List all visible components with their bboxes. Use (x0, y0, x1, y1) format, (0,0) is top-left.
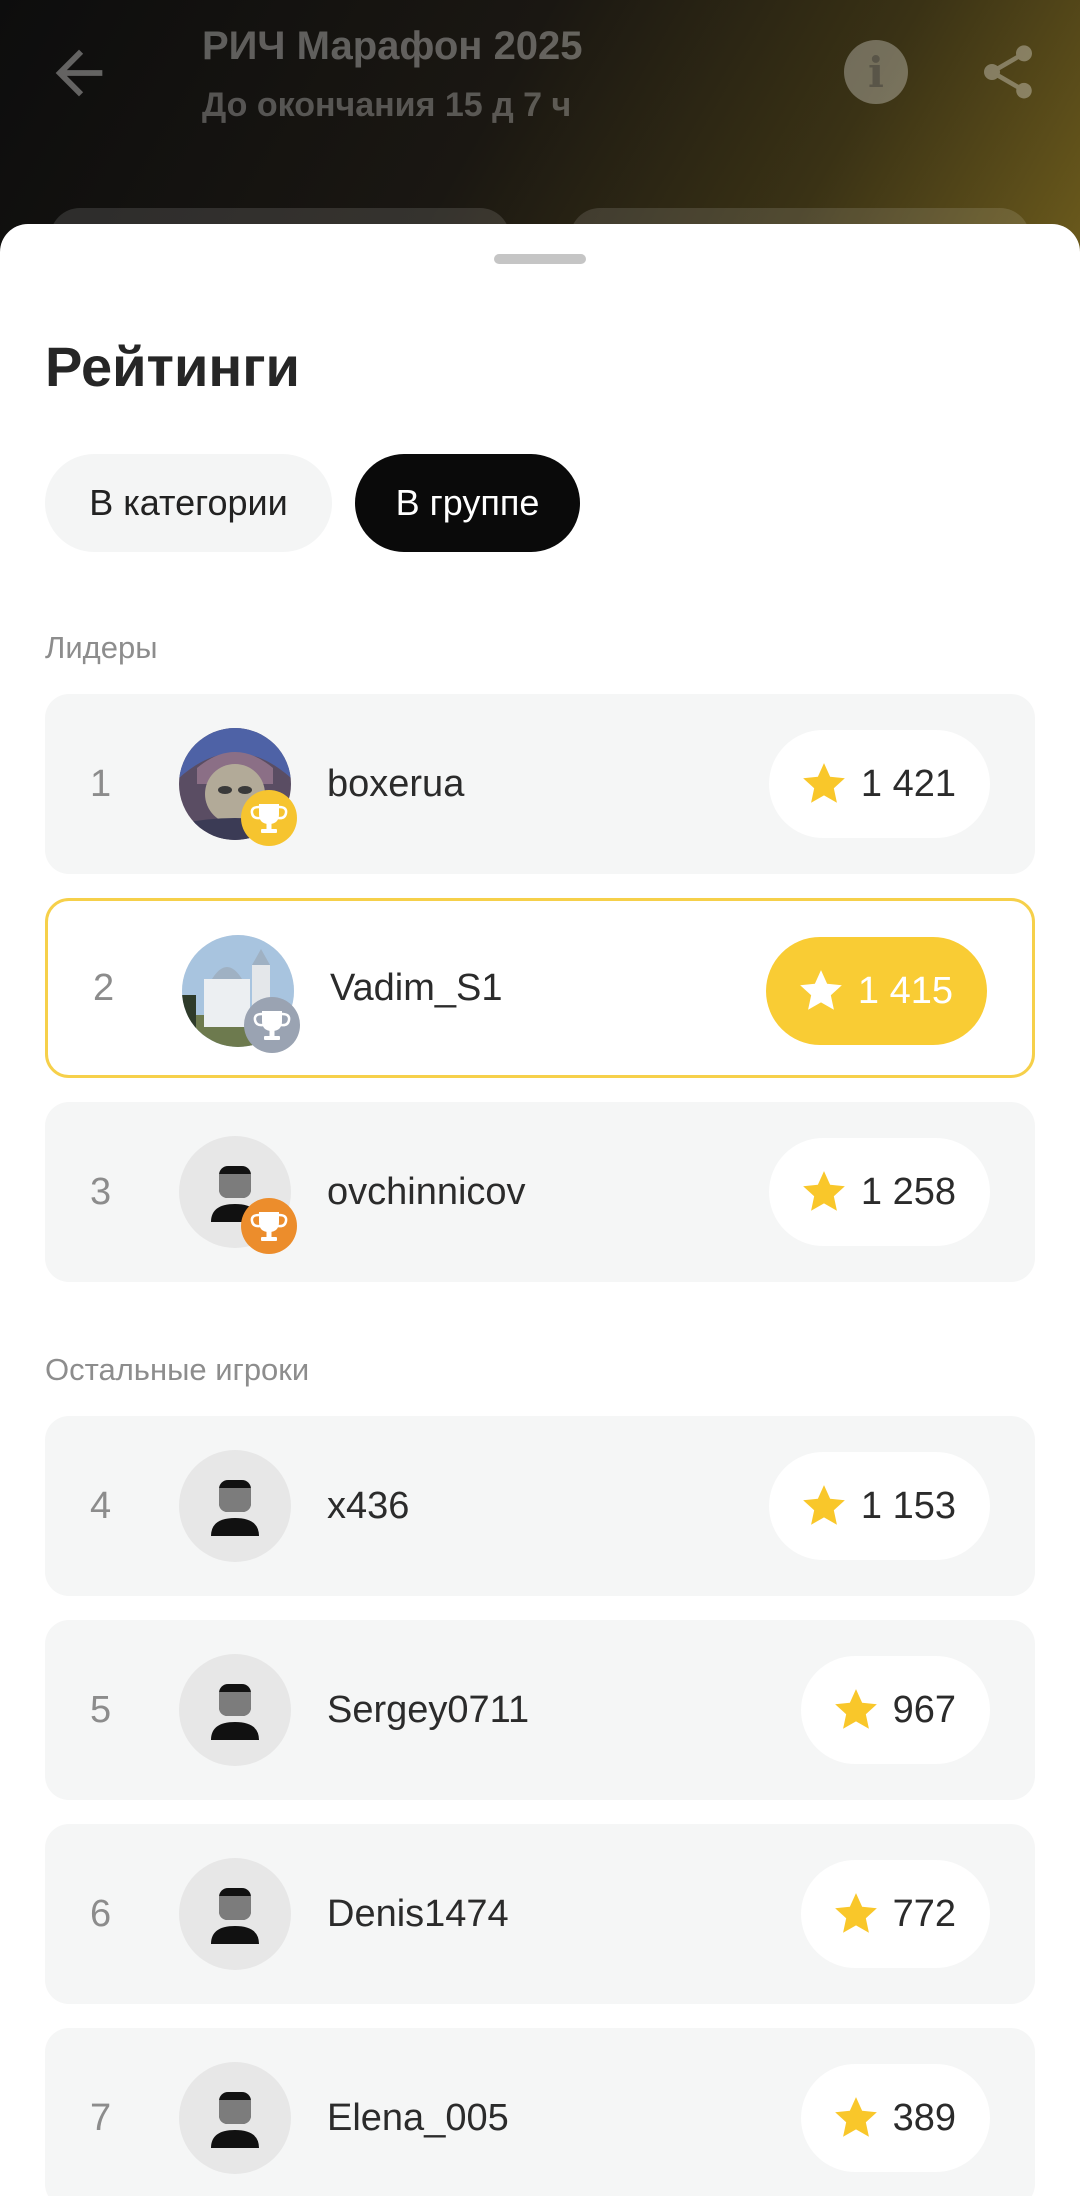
score-pill: 967 (800, 1656, 990, 1764)
info-icon[interactable]: i (844, 40, 908, 104)
section-label-others: Остальные игроки (45, 1352, 310, 1387)
section-label-leaders: Лидеры (45, 630, 158, 665)
leaderboard-row[interactable]: 4 x436 1 153 (45, 1416, 1035, 1596)
score-pill: 1 258 (768, 1138, 990, 1246)
default-avatar-icon (179, 1654, 291, 1766)
rank-number: 4 (90, 1484, 112, 1527)
score-value: 772 (892, 1892, 956, 1935)
leaderboard-row[interactable]: 1 boxerua 1 421 (45, 694, 1035, 874)
share-icon[interactable] (976, 40, 1040, 104)
score-value: 1 153 (860, 1484, 956, 1527)
event-header: РИЧ Марафон 2025 До окончания 15 д 7 ч i (0, 0, 1080, 268)
player-name: ovchinnicov (327, 1170, 526, 1213)
player-name: Sergey0711 (327, 1688, 530, 1731)
player-name: Elena_005 (327, 2096, 509, 2139)
score-pill: 389 (800, 2064, 990, 2172)
player-name: Denis1474 (327, 1892, 509, 1935)
score-value: 389 (892, 2096, 956, 2139)
star-icon (803, 1171, 845, 1211)
trophy-icon (241, 1198, 297, 1254)
rank-number: 7 (90, 2096, 112, 2139)
arrow-back-icon[interactable] (44, 38, 114, 108)
leaderboard-row[interactable]: 3 ovchinnicov 1 258 (45, 1102, 1035, 1282)
rank-number: 2 (93, 966, 115, 1009)
trophy-icon (241, 790, 297, 846)
trophy-icon (244, 997, 300, 1053)
score-value: 1 415 (857, 969, 953, 1012)
score-pill: 1 415 (765, 937, 987, 1045)
default-avatar-icon (179, 1450, 291, 1562)
rank-number: 3 (90, 1170, 112, 1213)
star-icon (803, 1485, 845, 1525)
default-avatar-icon (179, 1858, 291, 1970)
score-pill: 1 421 (768, 730, 990, 838)
player-name: Vadim_S1 (330, 966, 503, 1009)
score-value: 1 421 (860, 762, 956, 805)
leaderboard-row-current-user[interactable]: 2 Vadim_S1 1 415 (45, 898, 1035, 1078)
ratings-sheet: Рейтинги В категории В группе Лидеры 1 b… (0, 224, 1080, 2196)
score-value: 1 258 (860, 1170, 956, 1213)
sheet-title: Рейтинги (45, 335, 300, 398)
event-title: РИЧ Марафон 2025 (202, 24, 583, 68)
default-avatar-icon (179, 2062, 291, 2174)
rank-number: 6 (90, 1892, 112, 1935)
leaderboard-row[interactable]: 6 Denis1474 772 (45, 1824, 1035, 2004)
star-icon (800, 970, 842, 1010)
tab-in-category[interactable]: В категории (45, 454, 332, 552)
star-icon (834, 1893, 877, 1933)
star-icon (834, 1689, 877, 1729)
rank-number: 1 (90, 762, 112, 805)
player-name: boxerua (327, 762, 465, 805)
player-name: x436 (327, 1484, 410, 1527)
tab-in-group[interactable]: В группе (355, 454, 580, 552)
star-icon (803, 763, 845, 803)
star-icon (834, 2097, 877, 2137)
score-value: 967 (892, 1688, 956, 1731)
score-pill: 772 (800, 1860, 990, 1968)
leaderboard-row[interactable]: 5 Sergey0711 967 (45, 1620, 1035, 1800)
sheet-drag-handle[interactable] (494, 254, 586, 264)
rank-number: 5 (90, 1688, 112, 1731)
leaderboard-row[interactable]: 7 Elena_005 389 (45, 2028, 1035, 2196)
score-pill: 1 153 (768, 1452, 990, 1560)
event-countdown: До окончания 15 д 7 ч (202, 86, 572, 124)
